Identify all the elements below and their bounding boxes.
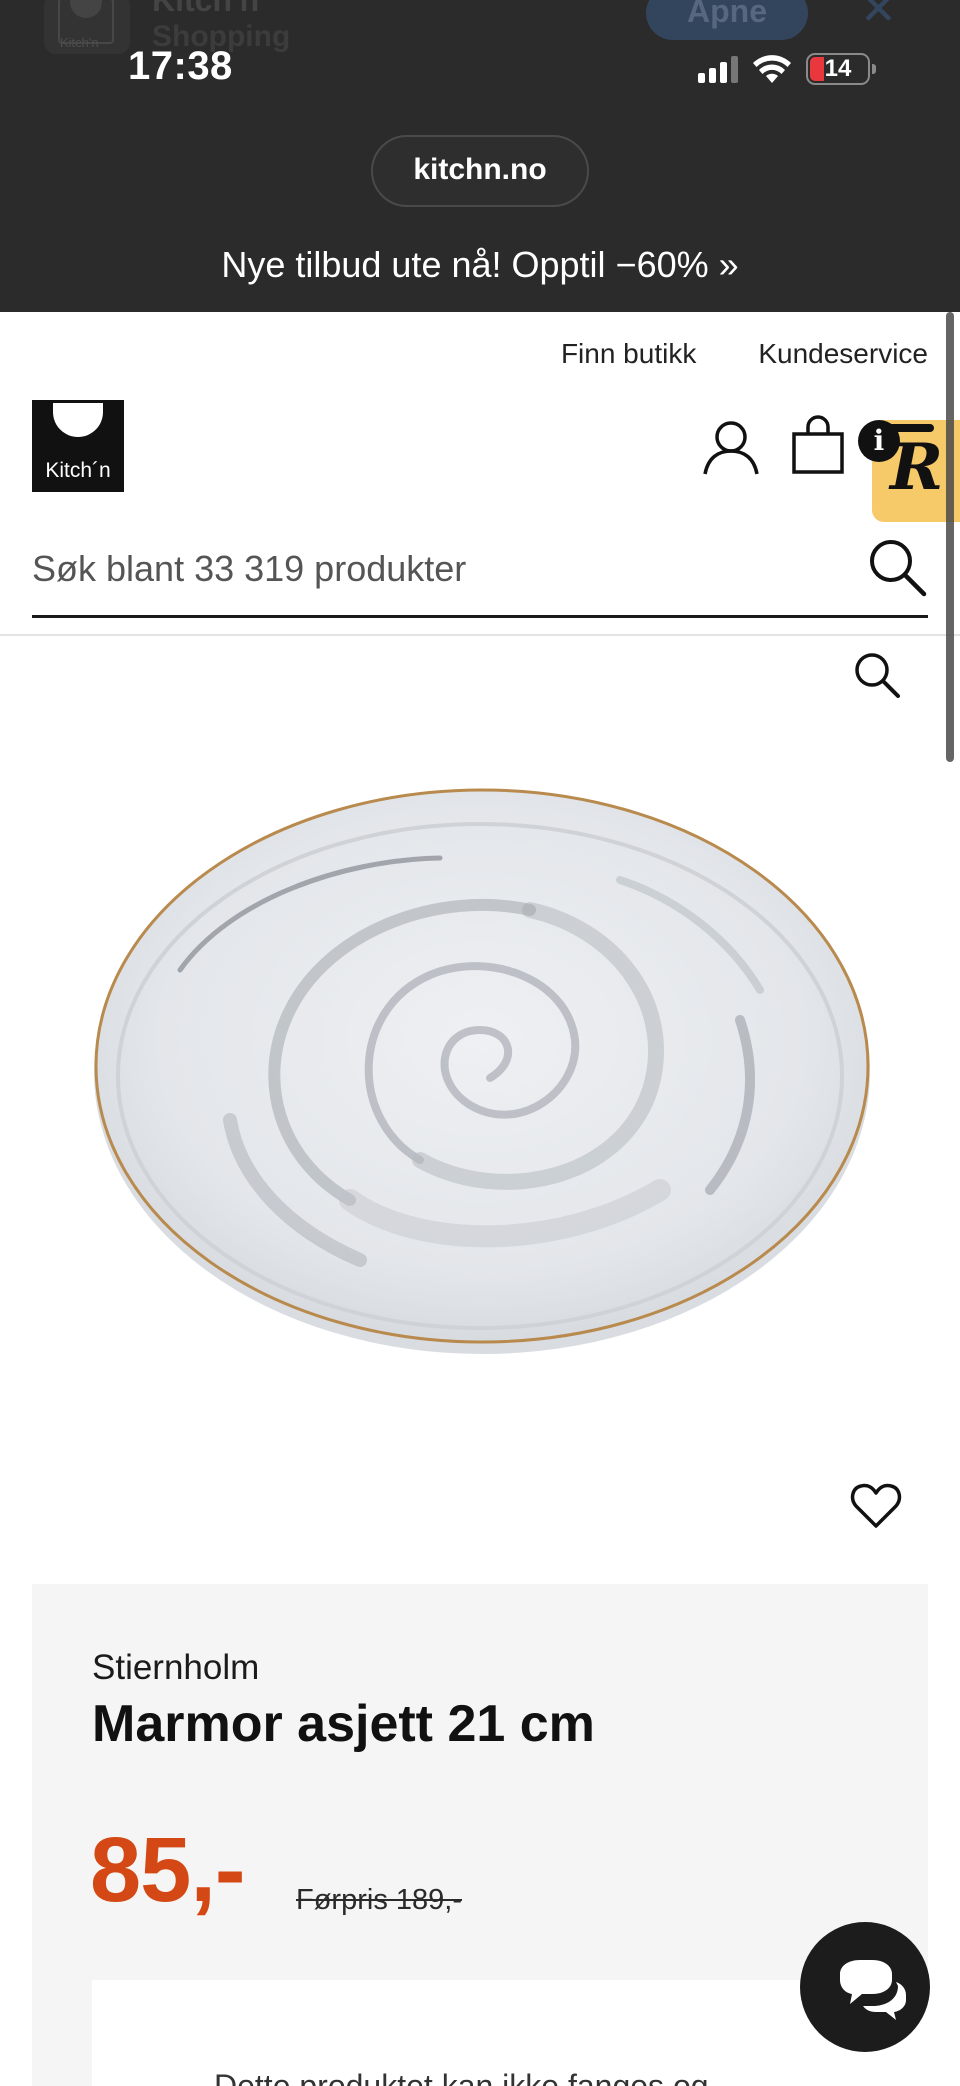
cellular-signal-icon bbox=[698, 55, 738, 83]
logo-text: Kitch´n bbox=[35, 455, 121, 489]
product-image[interactable] bbox=[60, 760, 900, 1380]
app-banner-title: Kitch'n bbox=[152, 0, 260, 18]
promo-banner[interactable]: Nye tilbud ute nå! Opptil −60% » bbox=[0, 244, 960, 286]
chat-button[interactable] bbox=[800, 1922, 930, 2052]
status-time: 17:38 bbox=[128, 44, 233, 88]
scrollbar[interactable] bbox=[946, 312, 954, 762]
product-title: Marmor asjett 21 cm bbox=[92, 1695, 595, 1753]
browser-top-area: Kitch'n Kitch'n Shopping Åpne ✕ 17:38 14… bbox=[0, 0, 960, 312]
customer-service-link[interactable]: Kundeservice bbox=[758, 338, 928, 370]
search-input[interactable] bbox=[32, 542, 852, 596]
availability-notice-text: Dette produktet kan ikke fanges og bbox=[214, 2068, 709, 2086]
shopping-bag-icon[interactable] bbox=[790, 414, 846, 476]
battery-icon: 14 bbox=[806, 53, 876, 85]
battery-level: 14 bbox=[824, 55, 852, 82]
product-brand[interactable]: Stiernholm bbox=[92, 1648, 259, 1688]
utility-links: Finn butikk Kundeservice bbox=[561, 338, 928, 370]
product-price: 85,- bbox=[90, 1819, 246, 1921]
app-icon: Kitch'n bbox=[44, 0, 130, 54]
account-icon[interactable] bbox=[700, 418, 762, 476]
previous-price: Førpris 189,- bbox=[296, 1884, 462, 1916]
chat-icon bbox=[840, 1960, 906, 2020]
find-store-link[interactable]: Finn butikk bbox=[561, 338, 696, 370]
site-logo[interactable]: Kitch´n bbox=[32, 400, 124, 492]
heart-icon[interactable] bbox=[848, 1478, 904, 1534]
wifi-icon bbox=[753, 55, 791, 83]
address-bar[interactable]: kitchn.no bbox=[371, 135, 589, 207]
info-icon[interactable]: i bbox=[858, 420, 900, 462]
header-divider bbox=[0, 634, 960, 636]
search-icon[interactable] bbox=[866, 536, 928, 598]
search-bar bbox=[32, 526, 928, 618]
status-icons: 14 bbox=[698, 52, 876, 86]
zoom-icon[interactable] bbox=[848, 646, 904, 702]
close-icon[interactable]: ✕ bbox=[860, 0, 897, 35]
open-app-button[interactable]: Åpne bbox=[646, 0, 808, 40]
app-icon-label: Kitch'n bbox=[60, 35, 99, 50]
